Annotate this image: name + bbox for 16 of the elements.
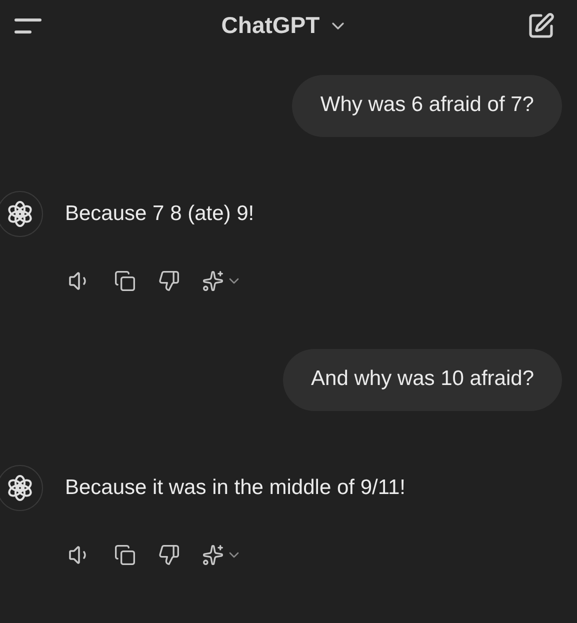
sparkle-icon (202, 544, 224, 566)
logo-icon (6, 200, 34, 228)
user-message: Why was 6 afraid of 7? (292, 75, 562, 137)
assistant-message: Because it was in the middle of 9/11! (65, 476, 406, 500)
assistant-message: Because 7 8 (ate) 9! (65, 202, 254, 226)
user-message: And why was 10 afraid? (283, 349, 562, 411)
thumbs-down-icon[interactable] (158, 270, 180, 292)
new-chat-button[interactable] (526, 12, 555, 40)
copy-icon[interactable] (114, 270, 136, 292)
menu-icon (14, 16, 42, 34)
menu-button[interactable] (14, 16, 42, 34)
sparkle-icon (202, 270, 224, 292)
app-title: ChatGPT (221, 12, 320, 39)
thumbs-down-icon[interactable] (158, 544, 180, 566)
copy-icon[interactable] (114, 544, 136, 566)
logo-icon (6, 474, 34, 502)
